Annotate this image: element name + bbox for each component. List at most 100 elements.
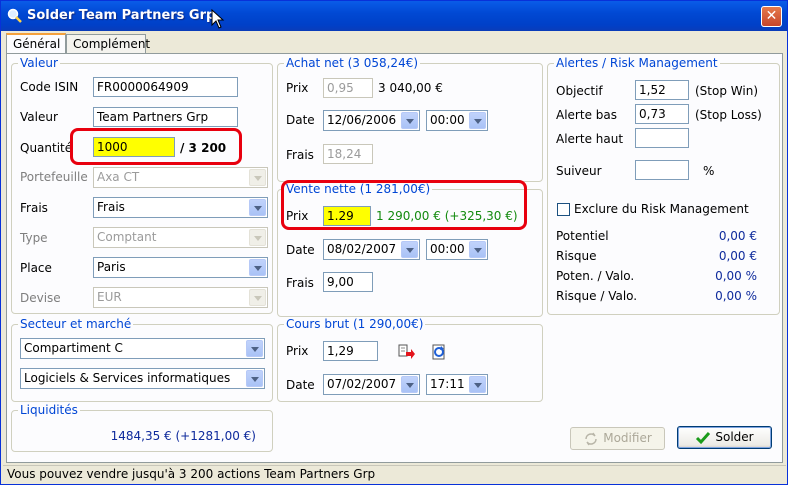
- frais-select[interactable]: Frais: [93, 197, 268, 218]
- cours-prix-input[interactable]: 1,29: [323, 341, 378, 361]
- achat-prix-label: Prix: [286, 81, 309, 95]
- exclure-label: Exclure du Risk Management: [574, 202, 749, 216]
- frais-value: Frais: [97, 200, 125, 214]
- solder-button-label: Solder: [715, 430, 754, 444]
- chevron-down-icon[interactable]: [246, 370, 263, 387]
- poten-valo-value: 0,00 %: [715, 269, 757, 283]
- devise-value: EUR: [97, 290, 122, 304]
- potentiel-value: 0,00 €: [718, 229, 757, 243]
- group-alertes-title: Alertes / Risk Management: [554, 56, 720, 70]
- chevron-down-icon[interactable]: [401, 112, 418, 129]
- group-valeur-title: Valeur: [18, 56, 60, 70]
- vente-date-value: 08/02/2007: [327, 242, 397, 256]
- alerte-bas-label: Alerte bas: [556, 108, 617, 122]
- chevron-down-icon[interactable]: [401, 376, 418, 393]
- highlight-quantite: [70, 128, 242, 165]
- title-bar[interactable]: Solder Team Partners Grp ✕: [1, 1, 787, 31]
- tab-general[interactable]: Général: [6, 33, 66, 54]
- highlight-vente: [281, 180, 527, 230]
- modifier-button[interactable]: Modifier: [570, 427, 665, 450]
- vente-date-picker[interactable]: 08/02/2007: [323, 239, 420, 260]
- achat-prix-input: 0,95: [323, 78, 373, 98]
- cours-time-value: 17:11: [430, 377, 465, 391]
- place-select[interactable]: Paris: [93, 257, 268, 278]
- checkmark-icon: [696, 431, 711, 444]
- status-text: Vous pouvez vendre jusqu'à 3 200 actions…: [7, 467, 376, 481]
- potentiel-label: Potentiel: [556, 229, 609, 243]
- achat-prix-total: 3 040,00 €: [378, 81, 443, 95]
- liquidites-value: 1484,35 € (+1281,00 €): [110, 429, 256, 443]
- group-liquidites-title: Liquidités: [18, 403, 80, 417]
- alerte-haut-input[interactable]: [635, 128, 689, 148]
- suiveur-input[interactable]: [635, 160, 689, 180]
- group-cours: Cours brut (1 290,00€) Prix 1,29 Date 07…: [277, 317, 543, 402]
- type-label: Type: [20, 231, 48, 245]
- valeur-input[interactable]: Team Partners Grp: [93, 107, 238, 127]
- isin-input[interactable]: FR0000064909: [93, 77, 238, 97]
- tab-panel-general: Valeur Code ISIN FR0000064909 Valeur Tea…: [6, 53, 783, 463]
- chevron-down-icon[interactable]: [401, 241, 418, 258]
- chevron-down-icon: [249, 169, 266, 186]
- cours-prix-label: Prix: [286, 344, 309, 358]
- close-button[interactable]: ✕: [761, 6, 782, 27]
- secteur-value: Logiciels & Services informatiques: [24, 371, 231, 385]
- copy-to-sell-icon[interactable]: [398, 344, 416, 360]
- chevron-down-icon[interactable]: [246, 340, 263, 357]
- chevron-down-icon[interactable]: [469, 376, 486, 393]
- vente-date-label: Date: [286, 243, 315, 257]
- achat-time-picker[interactable]: 00:00: [426, 110, 488, 131]
- portefeuille-label: Portefeuille: [20, 170, 88, 184]
- achat-time-value: 00:00: [430, 113, 465, 127]
- devise-label: Devise: [20, 291, 61, 305]
- chevron-down-icon[interactable]: [249, 259, 266, 276]
- cours-time-picker[interactable]: 17:11: [426, 374, 488, 395]
- portefeuille-value: Axa CT: [97, 170, 140, 184]
- type-select: Comptant: [93, 227, 268, 248]
- objectif-input[interactable]: 1,52: [635, 80, 689, 100]
- mouse-cursor-icon: [211, 9, 225, 29]
- frais-label: Frais: [20, 201, 48, 215]
- devise-select: EUR: [93, 287, 268, 308]
- cours-date-value: 07/02/2007: [327, 377, 397, 391]
- isin-label: Code ISIN: [20, 80, 79, 94]
- chevron-down-icon[interactable]: [469, 241, 486, 258]
- risque-label: Risque: [556, 249, 597, 263]
- chevron-down-icon: [249, 229, 266, 246]
- tab-complement[interactable]: Complément: [66, 34, 150, 53]
- secteur-select[interactable]: Logiciels & Services informatiques: [20, 368, 265, 389]
- chevron-down-icon[interactable]: [249, 199, 266, 216]
- cours-date-label: Date: [286, 378, 315, 392]
- achat-date-picker[interactable]: 12/06/2006: [323, 110, 420, 131]
- place-value: Paris: [97, 260, 126, 274]
- refresh-quote-icon[interactable]: [430, 344, 448, 360]
- group-liquidites: Liquidités 1484,35 € (+1281,00 €): [11, 403, 273, 452]
- tab-complement-label: Complément: [73, 37, 151, 51]
- alerte-bas-input[interactable]: 0,73: [635, 104, 689, 124]
- cours-date-picker[interactable]: 07/02/2007: [323, 374, 420, 395]
- group-secteur-title: Secteur et marché: [18, 317, 134, 331]
- group-cours-title: Cours brut (1 290,00€): [284, 317, 426, 331]
- vente-frais-input[interactable]: 9,00: [323, 272, 373, 292]
- risque-valo-value: 0,00 %: [715, 289, 757, 303]
- vente-frais-label: Frais: [286, 276, 314, 290]
- group-valeur: Valeur Code ISIN FR0000064909 Valeur Tea…: [11, 56, 273, 314]
- portefeuille-select: Axa CT: [93, 167, 268, 188]
- tab-general-label: Général: [13, 37, 61, 51]
- chevron-down-icon[interactable]: [469, 112, 486, 129]
- modify-arrows-icon: [585, 432, 597, 445]
- type-value: Comptant: [97, 230, 157, 244]
- exclure-checkbox[interactable]: [557, 203, 570, 216]
- achat-frais-label: Frais: [286, 148, 314, 162]
- group-alertes: Alertes / Risk Management Objectif 1,52 …: [547, 56, 780, 315]
- risque-valo-label: Risque / Valo.: [556, 289, 638, 303]
- status-bar: Vous pouvez vendre jusqu'à 3 200 actions…: [3, 465, 786, 483]
- poten-valo-label: Poten. / Valo.: [556, 269, 635, 283]
- quantite-label: Quantité: [20, 141, 73, 155]
- vente-time-picker[interactable]: 00:00: [426, 239, 488, 260]
- solder-button[interactable]: Solder: [677, 426, 772, 449]
- alerte-bas-note: (Stop Loss): [695, 108, 762, 122]
- objectif-note: (Stop Win): [695, 84, 758, 98]
- compartiment-select[interactable]: Compartiment C: [20, 338, 265, 359]
- compartiment-value: Compartiment C: [24, 341, 123, 355]
- risque-value: 0,00 €: [718, 249, 757, 263]
